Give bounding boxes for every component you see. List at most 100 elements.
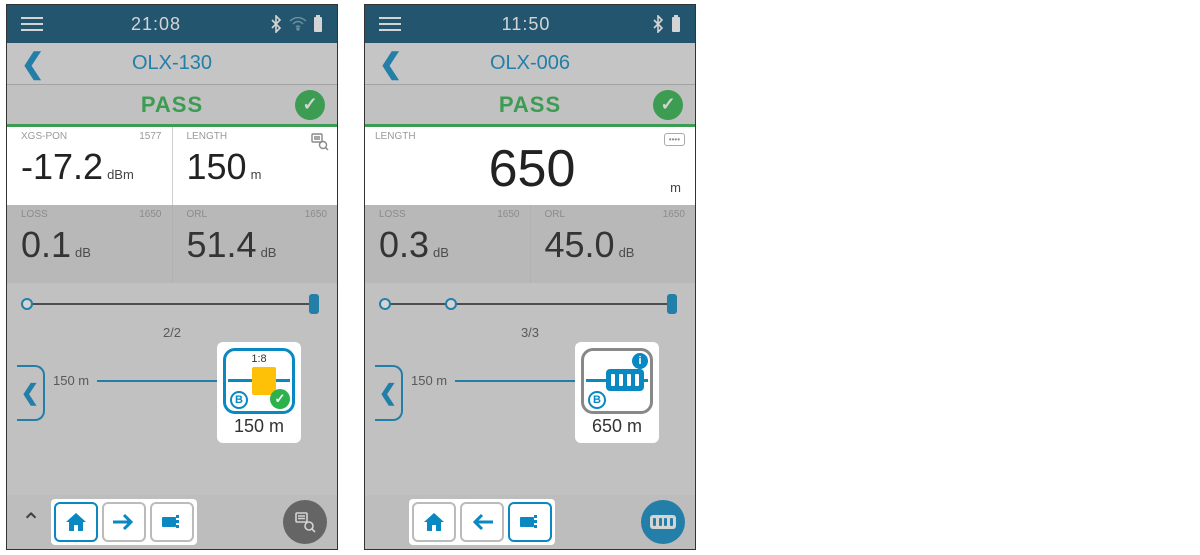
event-ratio: 1:8 [251, 353, 266, 365]
event-pass-icon: ✓ [270, 389, 290, 409]
event-prev-button[interactable]: ❮ [17, 365, 45, 421]
event-prev-button[interactable]: ❮ [375, 365, 403, 421]
next-arrow-button[interactable] [102, 502, 146, 542]
status-time: 21:08 [43, 14, 269, 35]
connector-button[interactable] [150, 502, 194, 542]
metric-unit: m [670, 180, 681, 195]
result-row: PASS ✓ [7, 85, 337, 127]
expand-icon[interactable]: ⌃ [17, 508, 45, 537]
screen-1: 21:08 ❮ OLX-130 PASS ✓ XGS-PON 1577 [6, 4, 338, 550]
metric-unit: m [251, 167, 262, 182]
screen-2: 11:50 ❮ OLX-006 PASS ✓ LENGTH •••• 650 m [364, 4, 696, 550]
metric-label: ORL [545, 209, 566, 220]
metric-xgspon: XGS-PON 1577 -17.2 dBm [7, 127, 173, 205]
battery-icon [313, 15, 323, 33]
header: ❮ OLX-006 [365, 43, 695, 85]
event-area: 2/2 ❮ 150 m 1:8 B ✓ 150 m [7, 321, 337, 453]
event-distance: 150 m [411, 373, 447, 388]
metric-value: 150 [187, 146, 247, 188]
event-counter: 3/3 [521, 325, 539, 340]
status-time: 11:50 [401, 14, 651, 35]
event-counter: 2/2 [163, 325, 181, 340]
event-connector-line [97, 380, 217, 382]
bottom-bar [365, 495, 695, 549]
home-button[interactable] [412, 502, 456, 542]
pass-check-icon: ✓ [653, 90, 683, 120]
metric-label: LENGTH [187, 131, 228, 142]
battery-icon [671, 15, 681, 33]
result-text: PASS [141, 92, 203, 118]
metric-unit: dBm [107, 167, 134, 182]
measure-round-button[interactable] [641, 500, 685, 544]
event-total-distance: 150 m [223, 416, 295, 437]
home-button[interactable] [54, 502, 98, 542]
metric-label: LOSS [379, 209, 406, 220]
metric-value: 45.0 [545, 224, 615, 266]
track-line [25, 303, 319, 305]
detail-icon[interactable] [311, 133, 329, 151]
metric-loss: LOSS 1650 0.3 dB [365, 205, 531, 283]
metric-label: XGS-PON [21, 131, 67, 142]
metric-length: LENGTH •••• 650 m [365, 127, 695, 205]
event-track[interactable] [365, 283, 695, 321]
metric-orl: ORL 1650 51.4 dB [173, 205, 338, 283]
track-handle[interactable] [667, 294, 677, 314]
detail-round-button[interactable] [283, 500, 327, 544]
metric-length: LENGTH 150 m [173, 127, 338, 205]
event-area: 3/3 ❮ 150 m i B 650 m [365, 321, 695, 453]
event-total-distance: 650 m [581, 416, 653, 437]
metric-unit: dB [261, 245, 277, 260]
metric-unit: dB [619, 245, 635, 260]
header: ❮ OLX-130 [7, 43, 337, 85]
info-badge-icon: i [632, 353, 648, 369]
event-track[interactable] [7, 283, 337, 321]
menu-icon[interactable] [21, 17, 43, 31]
metric-value: -17.2 [21, 146, 103, 188]
metric-label: LENGTH [375, 131, 416, 142]
connector-button[interactable] [508, 502, 552, 542]
metric-label: ORL [187, 209, 208, 220]
event-connector-icon[interactable]: i B [581, 348, 653, 414]
bluetooth-icon [651, 15, 665, 33]
prev-arrow-button[interactable] [460, 502, 504, 542]
event-connector-line [455, 380, 575, 382]
page-title: OLX-006 [379, 52, 681, 75]
metric-unit: dB [433, 245, 449, 260]
metric-value: 0.1 [21, 224, 71, 266]
metric-sublabel: 1650 [139, 209, 161, 220]
track-point-icon[interactable] [445, 298, 457, 310]
metric-sublabel: 1650 [305, 209, 327, 220]
metric-value: 51.4 [187, 224, 257, 266]
metrics-row-2[interactable]: LOSS 1650 0.3 dB ORL 1650 45.0 dB [365, 205, 695, 283]
bluetooth-icon [269, 15, 283, 33]
pass-check-icon: ✓ [295, 90, 325, 120]
metric-unit: dB [75, 245, 91, 260]
options-icon[interactable]: •••• [664, 133, 685, 146]
connector-mini-icon [650, 515, 676, 529]
metric-value: 650 [489, 139, 576, 199]
metric-sublabel: 1650 [663, 209, 685, 220]
metric-label: LOSS [21, 209, 48, 220]
metrics-row-1[interactable]: LENGTH •••• 650 m [365, 127, 695, 205]
track-start-icon[interactable] [21, 298, 33, 310]
page-title: OLX-130 [21, 52, 323, 75]
menu-icon[interactable] [379, 17, 401, 31]
event-distance: 150 m [53, 373, 89, 388]
track-start-icon[interactable] [379, 298, 391, 310]
result-row: PASS ✓ [365, 85, 695, 127]
metric-orl: ORL 1650 45.0 dB [531, 205, 696, 283]
status-bar: 11:50 [365, 5, 695, 43]
metric-sublabel: 1650 [497, 209, 519, 220]
event-marker-badge: B [230, 391, 248, 409]
metrics-row-2[interactable]: LOSS 1650 0.1 dB ORL 1650 51.4 dB [7, 205, 337, 283]
event-splitter-icon[interactable]: 1:8 B ✓ [223, 348, 295, 414]
bottom-bar: ⌃ [7, 495, 337, 549]
metrics-row-1[interactable]: XGS-PON 1577 -17.2 dBm LENGTH 150 m [7, 127, 337, 205]
metric-loss: LOSS 1650 0.1 dB [7, 205, 173, 283]
status-bar: 21:08 [7, 5, 337, 43]
metric-sublabel: 1577 [139, 131, 161, 142]
track-handle[interactable] [309, 294, 319, 314]
track-line [383, 303, 677, 305]
result-text: PASS [499, 92, 561, 118]
metric-value: 0.3 [379, 224, 429, 266]
